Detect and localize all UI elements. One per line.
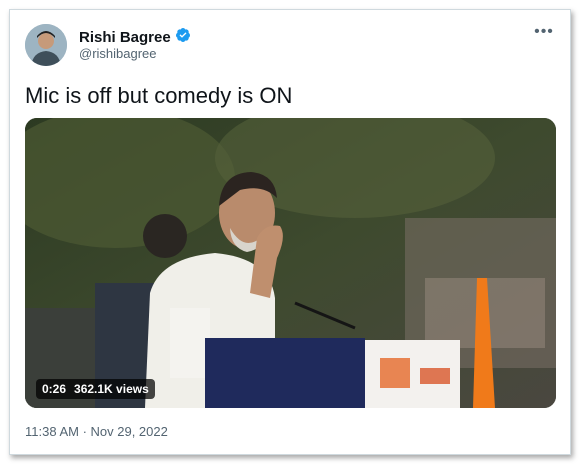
video-stats-badge: 0:26 362.1K views	[36, 379, 155, 399]
author-handle[interactable]: @rishibagree	[79, 46, 157, 61]
tweet-text: Mic is off but comedy is ON	[25, 83, 293, 108]
author-name-row[interactable]: Rishi Bagree	[79, 27, 191, 48]
video-duration: 0:26	[42, 382, 67, 396]
video-frame	[25, 118, 556, 408]
author-display-name[interactable]: Rishi Bagree	[79, 29, 171, 46]
tweet-timestamp[interactable]: 11:38 AM · Nov 29, 2022	[25, 424, 168, 439]
more-options-button[interactable]: •••	[532, 22, 556, 42]
avatar[interactable]	[25, 24, 67, 66]
more-dots-icon: •••	[534, 23, 554, 40]
video-player[interactable]: 0:26 362.1K views	[25, 118, 556, 408]
video-views: 362.1K views	[74, 382, 149, 396]
tweet-card[interactable]: Rishi Bagree @rishibagree ••• Mic is off…	[9, 9, 571, 455]
verified-badge-icon	[175, 27, 191, 48]
